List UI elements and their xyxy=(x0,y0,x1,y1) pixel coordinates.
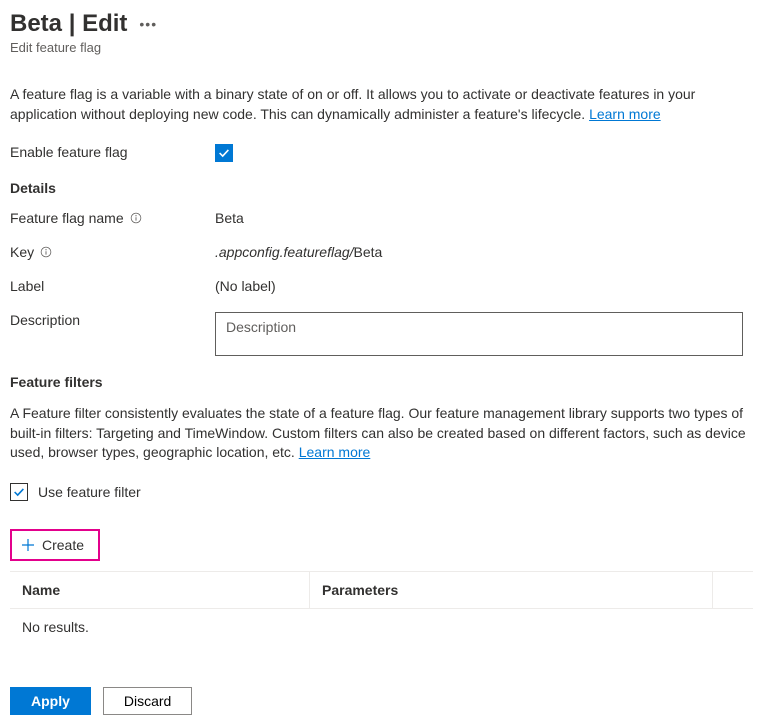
checkmark-icon xyxy=(12,485,26,499)
info-icon[interactable] xyxy=(40,246,52,258)
plus-icon xyxy=(20,537,36,553)
apply-button[interactable]: Apply xyxy=(10,687,91,715)
key-name: Beta xyxy=(354,244,383,260)
table-header-row: Name Parameters xyxy=(10,572,753,609)
create-label: Create xyxy=(42,537,84,553)
flag-name-value: Beta xyxy=(215,210,244,226)
use-filter-label: Use feature filter xyxy=(38,484,141,500)
discard-button[interactable]: Discard xyxy=(103,687,192,715)
filters-table: Name Parameters No results. xyxy=(10,571,753,645)
filters-learn-more-link[interactable]: Learn more xyxy=(299,444,371,460)
intro-learn-more-link[interactable]: Learn more xyxy=(589,106,661,122)
no-results-text: No results. xyxy=(10,609,753,645)
description-label: Description xyxy=(10,312,215,328)
use-filter-checkbox[interactable] xyxy=(10,483,28,501)
more-options-icon[interactable]: ••• xyxy=(139,16,157,32)
description-input[interactable] xyxy=(215,312,743,356)
info-icon[interactable] xyxy=(130,212,142,224)
filters-body: A Feature filter consistently evaluates … xyxy=(10,405,746,460)
col-name-header[interactable]: Name xyxy=(10,572,310,608)
page-subtitle: Edit feature flag xyxy=(10,40,753,55)
label-label: Label xyxy=(10,278,215,294)
details-section-title: Details xyxy=(10,180,753,196)
label-value: (No label) xyxy=(215,278,276,294)
checkmark-icon xyxy=(217,146,231,160)
enable-flag-checkbox[interactable] xyxy=(215,144,233,162)
key-prefix: .appconfig.featureflag/ xyxy=(215,244,354,260)
filters-section-title: Feature filters xyxy=(10,374,753,390)
key-label: Key xyxy=(10,244,34,260)
intro-text: A feature flag is a variable with a bina… xyxy=(10,85,753,124)
key-value: .appconfig.featureflag/Beta xyxy=(215,244,382,260)
page-title: Beta | Edit xyxy=(10,10,127,38)
flag-name-label: Feature flag name xyxy=(10,210,124,226)
filters-desc: A Feature filter consistently evaluates … xyxy=(10,404,753,463)
col-params-header[interactable]: Parameters xyxy=(310,572,713,608)
enable-flag-label: Enable feature flag xyxy=(10,144,215,160)
col-actions-header xyxy=(713,572,753,608)
create-filter-button[interactable]: Create xyxy=(10,529,100,561)
